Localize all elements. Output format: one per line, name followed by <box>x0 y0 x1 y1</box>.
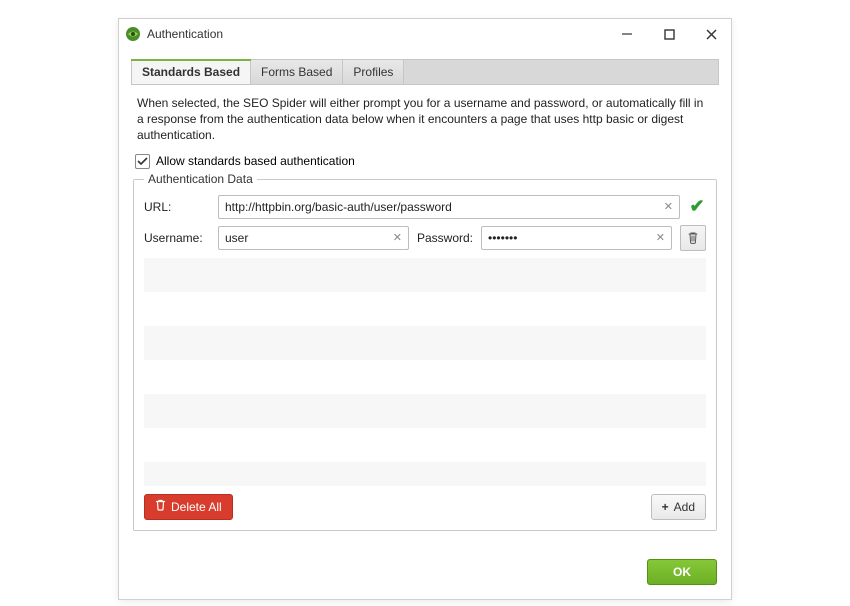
dialog-footer: OK <box>119 539 731 599</box>
tab-forms-based[interactable]: Forms Based <box>251 60 343 84</box>
allow-label: Allow standards based authentication <box>156 154 355 168</box>
delete-row-button[interactable] <box>680 225 706 251</box>
description-text: When selected, the SEO Spider will eithe… <box>131 85 719 154</box>
url-value: http://httpbin.org/basic-auth/user/passw… <box>225 200 658 214</box>
url-label: URL: <box>144 200 210 214</box>
clear-url-icon[interactable]: ✕ <box>664 200 673 213</box>
fieldset-footer: Delete All + Add <box>144 486 706 520</box>
username-value: user <box>225 231 387 245</box>
dialog-window: Authentication Standards Based Forms Bas… <box>118 18 732 600</box>
content-area: Standards Based Forms Based Profiles Whe… <box>119 49 731 531</box>
plus-icon: + <box>662 500 669 514</box>
password-label: Password: <box>417 231 473 245</box>
maximize-button[interactable] <box>657 22 681 46</box>
trash-icon <box>155 499 166 514</box>
auth-data-fieldset: Authentication Data URL: http://httpbin.… <box>133 179 717 531</box>
tab-profiles[interactable]: Profiles <box>343 60 404 84</box>
app-icon <box>125 26 141 42</box>
window-title: Authentication <box>147 27 615 41</box>
username-label: Username: <box>144 231 210 245</box>
minimize-button[interactable] <box>615 22 639 46</box>
url-row: URL: http://httpbin.org/basic-auth/user/… <box>144 192 706 222</box>
credentials-row: Username: user ✕ Password: ••••••• ✕ <box>144 222 706 254</box>
window-controls <box>615 22 723 46</box>
auth-rows: URL: http://httpbin.org/basic-auth/user/… <box>144 192 706 486</box>
ok-label: OK <box>673 565 691 579</box>
tab-standards-based[interactable]: Standards Based <box>132 60 251 84</box>
delete-all-button[interactable]: Delete All <box>144 494 233 520</box>
tab-strip: Standards Based Forms Based Profiles <box>131 59 719 85</box>
empty-rows-area <box>144 258 706 486</box>
clear-username-icon[interactable]: ✕ <box>393 231 402 244</box>
username-field[interactable]: user ✕ <box>218 226 409 250</box>
titlebar: Authentication <box>119 19 731 49</box>
fieldset-legend: Authentication Data <box>144 172 257 186</box>
password-value: ••••••• <box>488 231 650 245</box>
confirm-check-icon[interactable]: ✔ <box>688 196 706 217</box>
url-field[interactable]: http://httpbin.org/basic-auth/user/passw… <box>218 195 680 219</box>
allow-checkbox[interactable] <box>135 154 150 169</box>
clear-password-icon[interactable]: ✕ <box>656 231 665 244</box>
password-field[interactable]: ••••••• ✕ <box>481 226 672 250</box>
ok-button[interactable]: OK <box>647 559 717 585</box>
close-button[interactable] <box>699 22 723 46</box>
delete-all-label: Delete All <box>171 500 222 514</box>
add-button[interactable]: + Add <box>651 494 706 520</box>
add-label: Add <box>674 500 695 514</box>
